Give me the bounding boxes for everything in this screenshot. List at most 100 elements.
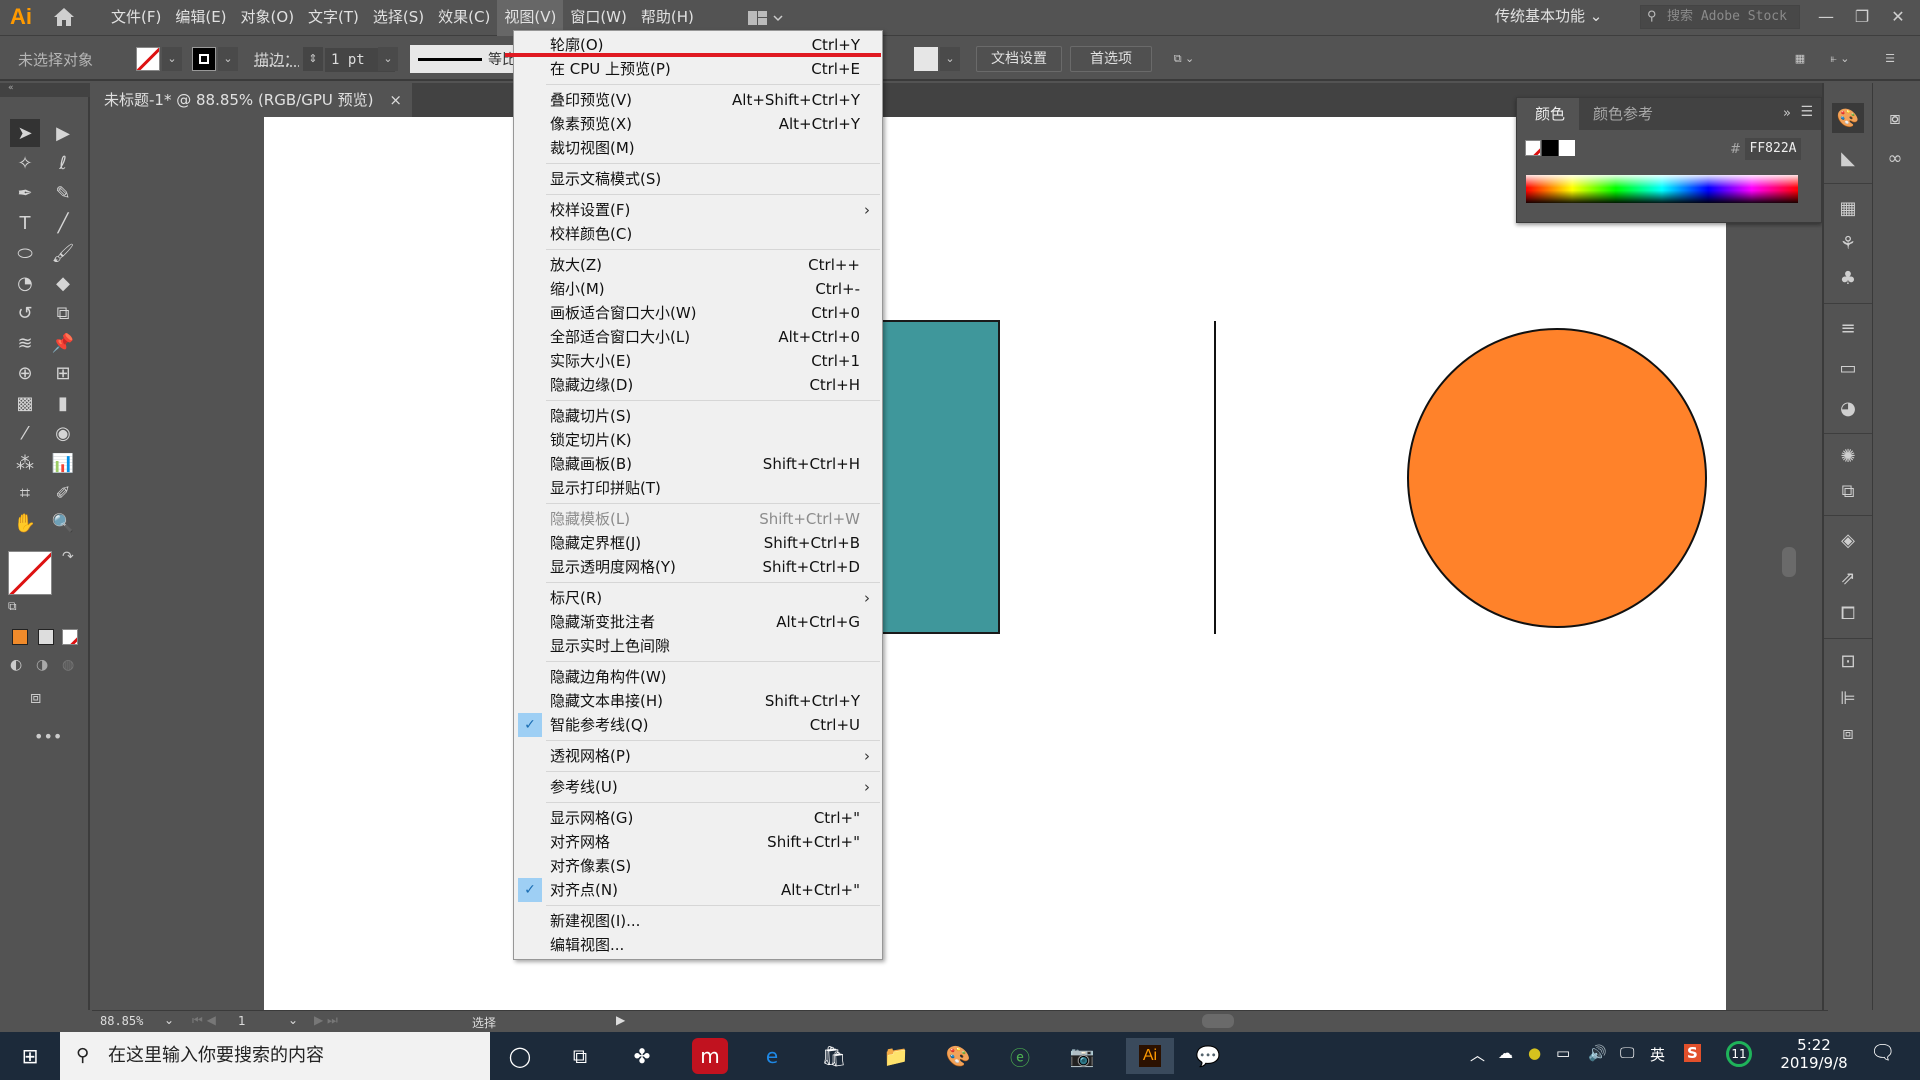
stroke-panel-button[interactable]: ≡: [1832, 313, 1864, 343]
view-menu-item[interactable]: 像素预览(X) Alt+Ctrl+Y: [514, 112, 882, 136]
perspective-grid-tool[interactable]: ⊞: [48, 359, 78, 387]
warp-tool[interactable]: ≋: [10, 329, 40, 357]
view-menu-item[interactable]: 缩小(M) Ctrl+-: [514, 277, 882, 301]
taskbar-app-red[interactable]: m: [692, 1038, 728, 1074]
menu-2[interactable]: 对象(O): [234, 0, 302, 36]
color-panel-button[interactable]: 🎨: [1832, 103, 1864, 133]
first-artboard-icon[interactable]: ⏮ ◀: [192, 1013, 216, 1028]
color-guide-button[interactable]: ◣: [1832, 143, 1864, 173]
view-menu-item[interactable]: 透视网格(P) ›: [514, 744, 882, 768]
arrange-button[interactable]: ⧉ ⌄: [1164, 47, 1204, 71]
symbols-button[interactable]: ♣: [1832, 263, 1864, 293]
stock-search-input[interactable]: ⚲ 搜索 Adobe Stock: [1640, 5, 1800, 29]
view-menu-item[interactable]: 在 CPU 上预览(P) Ctrl+E: [514, 57, 882, 81]
default-colors-icon[interactable]: ⧉: [8, 599, 17, 614]
view-menu-item[interactable]: 对齐网格 Shift+Ctrl+": [514, 830, 882, 854]
tab-color-guide[interactable]: 颜色参考: [1581, 98, 1653, 130]
gradient-panel-button[interactable]: ▭: [1832, 353, 1864, 383]
asset-export-button[interactable]: ⇗: [1832, 563, 1864, 593]
graphic-styles-button[interactable]: ⧉: [1832, 476, 1864, 506]
view-menu-item[interactable]: 裁切视图(M): [514, 136, 882, 160]
view-menu-item[interactable]: 显示打印拼贴(T): [514, 476, 882, 500]
draw-behind-icon[interactable]: ◑: [36, 657, 48, 673]
view-menu-item[interactable]: 隐藏定界框(J) Shift+Ctrl+B: [514, 531, 882, 555]
document-setup-button[interactable]: 文档设置: [976, 46, 1062, 72]
eraser-tool[interactable]: ◆: [48, 269, 78, 297]
show-hidden-icons[interactable]: ︿: [1470, 1044, 1485, 1065]
view-menu-item[interactable]: 隐藏边角构件(W): [514, 665, 882, 689]
zoom-dropdown[interactable]: ⌄: [164, 1013, 174, 1027]
align-dropdown[interactable]: ⫦ ⌄: [1820, 47, 1860, 71]
view-menu-item[interactable]: 校样颜色(C): [514, 222, 882, 246]
eyedropper-tool[interactable]: ⁄: [10, 419, 40, 447]
taskbar-paint[interactable]: 🎨: [940, 1038, 976, 1074]
view-menu-item[interactable]: 放大(Z) Ctrl++: [514, 253, 882, 277]
panel-menu-icon[interactable]: ☰: [1880, 47, 1900, 71]
libraries-button[interactable]: ⧇: [1879, 103, 1911, 133]
network-icon[interactable]: 🖵: [1620, 1044, 1634, 1062]
menu-3[interactable]: 文字(T): [301, 0, 366, 36]
arrange-documents-button[interactable]: [746, 8, 786, 28]
taskbar-illustrator[interactable]: Ai: [1126, 1038, 1174, 1074]
document-tab[interactable]: 未标题-1* @ 88.85% (RGB/GPU 预览) ×: [92, 83, 412, 117]
white-swatch[interactable]: [1559, 140, 1575, 156]
preferences-button[interactable]: 首选项: [1070, 46, 1152, 72]
vertical-line[interactable]: [1214, 321, 1216, 634]
stroke-label[interactable]: 描边：: [254, 49, 299, 70]
screen-mode-icon[interactable]: ⧈: [30, 687, 41, 708]
artboard-number[interactable]: 1: [238, 1014, 246, 1028]
none-mode-button[interactable]: [62, 629, 78, 645]
tab-color[interactable]: 颜色: [1517, 98, 1579, 130]
edit-toolbar-icon[interactable]: •••: [34, 727, 62, 746]
stroke-profile-select[interactable]: 等比: [410, 45, 520, 73]
battery-icon[interactable]: ▭: [1556, 1044, 1570, 1062]
brushes-button[interactable]: ⚘: [1832, 228, 1864, 258]
hand-tool[interactable]: ✋: [10, 509, 40, 537]
ellipse-tool[interactable]: ⬭: [10, 239, 40, 267]
fill-swatch[interactable]: [136, 47, 160, 71]
orange-circle[interactable]: [1407, 328, 1707, 628]
pathfinder-button[interactable]: ⧈: [1832, 718, 1864, 748]
view-menu-item[interactable]: 显示实时上色间隙: [514, 634, 882, 658]
magic-wand-tool[interactable]: ✧: [10, 149, 40, 177]
taskbar-edge[interactable]: e: [754, 1038, 790, 1074]
taskbar-app-pinwheel[interactable]: ✤: [624, 1038, 660, 1074]
fill-color-box[interactable]: [8, 551, 52, 595]
blend-tool[interactable]: ◉: [48, 419, 78, 447]
color-spectrum[interactable]: [1526, 175, 1798, 203]
view-menu-item[interactable]: 隐藏切片(S): [514, 404, 882, 428]
shaper-tool[interactable]: ◔: [10, 269, 40, 297]
view-menu-item[interactable]: 全部适合窗口大小(L) Alt+Ctrl+0: [514, 325, 882, 349]
horizontal-scrollbar[interactable]: [1202, 1014, 1234, 1028]
align-panel-button[interactable]: ⊫: [1832, 683, 1864, 713]
restore-button[interactable]: ❐: [1848, 4, 1876, 30]
puppet-warp-tool[interactable]: 📌: [48, 329, 78, 357]
taskbar-wechat[interactable]: 💬: [1190, 1038, 1226, 1074]
expand-panel-icon[interactable]: »: [1783, 106, 1791, 121]
taskbar-file-explorer[interactable]: 📁: [878, 1038, 914, 1074]
menu-4[interactable]: 选择(S): [366, 0, 431, 36]
artboard-dropdown[interactable]: ⌄: [288, 1013, 298, 1027]
lasso-tool[interactable]: ℓ: [48, 149, 78, 177]
collapse-toolbox-button[interactable]: «: [0, 83, 90, 97]
symbol-sprayer-tool[interactable]: ⁂: [10, 449, 40, 477]
view-menu-item[interactable]: 校样设置(F) ›: [514, 198, 882, 222]
gradient-tool[interactable]: ▮: [48, 389, 78, 417]
draw-normal-icon[interactable]: ◐: [10, 657, 22, 673]
rotate-tool[interactable]: ↺: [10, 299, 40, 327]
black-swatch[interactable]: [1542, 140, 1558, 156]
taskbar-search-input[interactable]: ⚲ 在这里输入你要搜索的内容: [60, 1032, 490, 1080]
creative-cloud-button[interactable]: ∞: [1879, 143, 1911, 173]
zoom-level[interactable]: 88.85%: [100, 1014, 143, 1028]
close-window-button[interactable]: ✕: [1884, 4, 1912, 30]
paintbrush-tool[interactable]: 🖌: [48, 239, 78, 267]
appearance-button[interactable]: ✺: [1832, 441, 1864, 471]
transform-panel-button[interactable]: ⊡: [1832, 646, 1864, 676]
view-menu-item[interactable]: 对齐像素(S): [514, 854, 882, 878]
sogou-icon[interactable]: S: [1684, 1044, 1701, 1062]
artboards-button[interactable]: ⧠: [1832, 598, 1864, 628]
status-menu-arrow[interactable]: ▶: [616, 1013, 625, 1027]
view-menu-item[interactable]: 新建视图(I)...: [514, 909, 882, 933]
close-tab-icon[interactable]: ×: [389, 83, 402, 117]
menu-0[interactable]: 文件(F): [104, 0, 168, 36]
